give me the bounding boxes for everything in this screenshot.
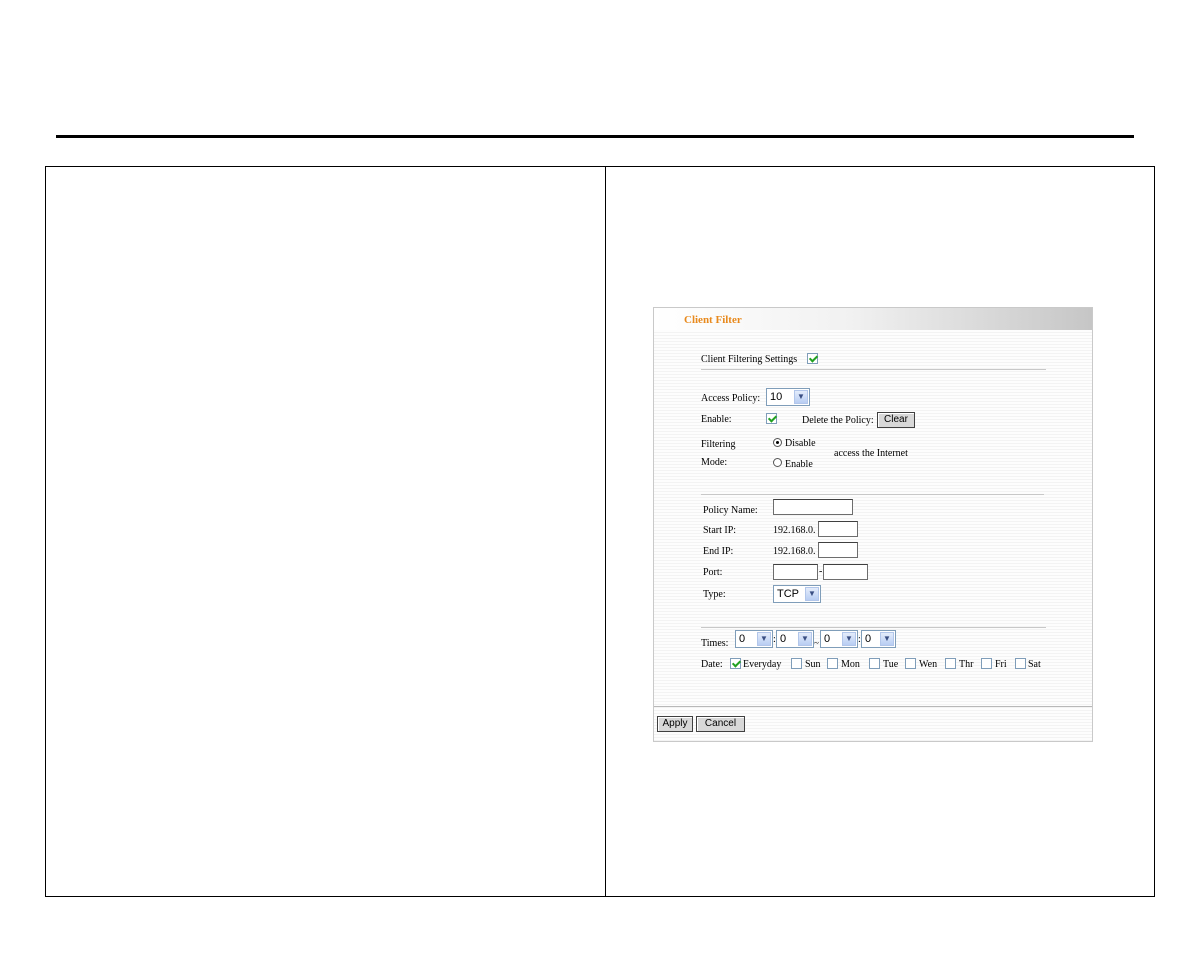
date-wen-checkbox[interactable]	[905, 658, 916, 669]
start-minute-value: 0	[780, 633, 787, 645]
date-sun-checkbox[interactable]	[791, 658, 802, 669]
end-hour-select[interactable]: 0 ▼	[820, 630, 858, 648]
frame-divider	[605, 167, 606, 896]
filtering-mode-label-line2: Mode:	[701, 457, 728, 468]
filtering-mode-enable-radio[interactable]	[773, 458, 782, 467]
separator	[701, 369, 1046, 370]
type-select[interactable]: TCP ▼	[773, 585, 821, 603]
port-start-input[interactable]	[773, 564, 818, 580]
date-mon-checkbox[interactable]	[827, 658, 838, 669]
date-fri-checkbox[interactable]	[981, 658, 992, 669]
filtering-mode-enable-label: Enable	[785, 459, 813, 470]
date-everyday-checkbox[interactable]	[730, 658, 741, 669]
end-hour-value: 0	[824, 633, 831, 645]
chevron-down-icon: ▼	[805, 587, 819, 601]
start-hour-value: 0	[739, 633, 746, 645]
filtering-mode-disable-radio[interactable]	[773, 438, 782, 447]
top-rule	[56, 135, 1134, 138]
end-ip-prefix: 192.168.0.	[773, 546, 816, 557]
start-ip-label: Start IP:	[703, 525, 737, 536]
access-policy-value: 10	[770, 391, 783, 403]
date-thr-checkbox[interactable]	[945, 658, 956, 669]
chevron-down-icon: ▼	[880, 632, 894, 646]
end-minute-select[interactable]: 0 ▼	[861, 630, 896, 648]
start-ip-input[interactable]	[818, 521, 858, 537]
policy-name-label: Policy Name:	[703, 505, 758, 516]
chevron-down-icon: ▼	[794, 390, 808, 404]
date-mon-label: Mon	[841, 659, 860, 670]
filtering-mode-suffix: access the Internet	[834, 448, 908, 459]
apply-button[interactable]: Apply	[657, 716, 693, 732]
start-minute-select[interactable]: 0 ▼	[776, 630, 814, 648]
end-minute-value: 0	[865, 633, 872, 645]
date-tue-label: Tue	[883, 659, 899, 670]
type-label: Type:	[703, 589, 726, 600]
start-ip-prefix: 192.168.0.	[773, 525, 816, 536]
date-sat-checkbox[interactable]	[1015, 658, 1026, 669]
port-end-input[interactable]	[823, 564, 868, 580]
type-value: TCP	[777, 588, 799, 600]
delete-policy-label: Delete the Policy:	[802, 415, 874, 426]
clear-button[interactable]: Clear	[877, 412, 915, 428]
client-filtering-settings-label: Client Filtering Settings	[701, 354, 798, 365]
client-filter-panel: Client Filter Client Filtering Settings …	[653, 307, 1093, 742]
enable-checkbox[interactable]	[766, 413, 777, 424]
start-hour-select[interactable]: 0 ▼	[735, 630, 773, 648]
date-tue-checkbox[interactable]	[869, 658, 880, 669]
date-sun-label: Sun	[805, 659, 821, 670]
access-policy-select[interactable]: 10 ▼	[766, 388, 810, 406]
port-label: Port:	[703, 567, 723, 578]
footer-separator	[654, 706, 1092, 707]
port-separator: -	[819, 566, 823, 577]
client-filtering-checkbox[interactable]	[807, 353, 818, 364]
cancel-button[interactable]: Cancel	[696, 716, 745, 732]
filtering-mode-label-line1: Filtering	[701, 439, 736, 450]
enable-label: Enable:	[701, 414, 732, 425]
chevron-down-icon: ▼	[757, 632, 771, 646]
panel-header: Client Filter	[654, 308, 1092, 330]
date-thr-label: Thr	[959, 659, 974, 670]
separator	[701, 627, 1046, 628]
chevron-down-icon: ▼	[798, 632, 812, 646]
date-everyday-label: Everyday	[743, 659, 782, 670]
separator	[701, 494, 1044, 495]
time-range-separator: ~	[814, 638, 819, 648]
policy-name-input[interactable]	[773, 499, 853, 515]
times-label: Times:	[701, 638, 729, 649]
date-fri-label: Fri	[995, 659, 1007, 670]
filtering-mode-disable-label: Disable	[785, 438, 816, 449]
panel-title: Client Filter	[684, 314, 742, 326]
date-label: Date:	[701, 659, 723, 670]
end-ip-input[interactable]	[818, 542, 858, 558]
end-ip-label: End IP:	[703, 546, 734, 557]
date-sat-label: Sat	[1028, 659, 1041, 670]
access-policy-label: Access Policy:	[701, 393, 761, 404]
chevron-down-icon: ▼	[842, 632, 856, 646]
date-wen-label: Wen	[919, 659, 938, 670]
